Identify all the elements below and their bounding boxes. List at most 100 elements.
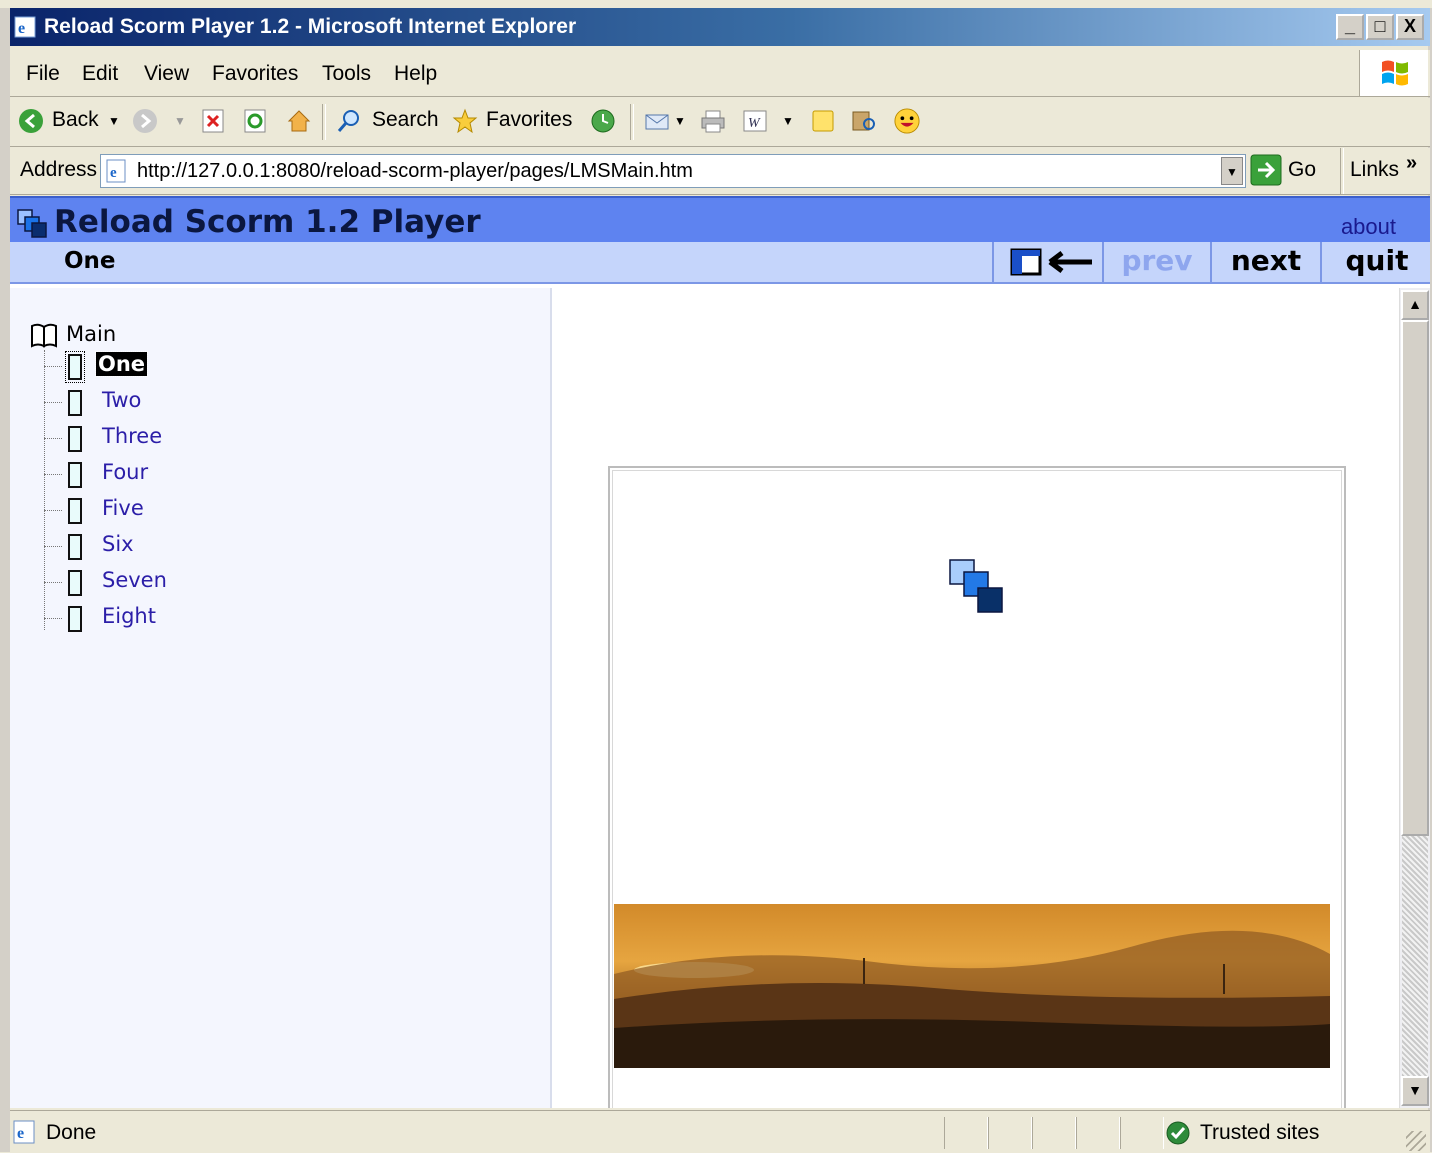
svg-text:e: e — [17, 1125, 24, 1142]
links-button[interactable]: Links — [1350, 158, 1399, 182]
address-url: http://127.0.0.1:8080/reload-scorm-playe… — [137, 160, 693, 182]
tree-item-label: Three — [102, 424, 163, 448]
stop-icon[interactable] — [200, 108, 226, 134]
mail-icon[interactable] — [644, 108, 670, 134]
minimize-button[interactable]: _ — [1336, 14, 1364, 40]
address-input[interactable]: e http://127.0.0.1:8080/reload-scorm-pla… — [100, 154, 1246, 188]
sco-page-icon — [68, 390, 82, 416]
window-title: Reload Scorm Player 1.2 - Microsoft Inte… — [44, 15, 577, 38]
windows-logo — [1359, 50, 1428, 96]
tree-item-eight[interactable]: Eight — [44, 602, 344, 636]
status-panel — [1032, 1117, 1076, 1149]
scroll-down-arrow-icon[interactable]: ▼ — [1401, 1076, 1429, 1106]
tree-item-two[interactable]: Two — [44, 386, 344, 420]
address-dropdown-button[interactable]: ▼ — [1221, 157, 1243, 185]
edit-word-icon[interactable]: W — [742, 108, 768, 134]
menu-tools[interactable]: Tools — [322, 62, 371, 86]
go-button[interactable]: Go — [1288, 158, 1316, 182]
menu-file[interactable]: File — [26, 62, 60, 86]
page-content: Reload Scorm 1.2 Player about One prev n… — [10, 196, 1430, 1108]
tree-item-label: One — [94, 351, 149, 377]
search-icon[interactable] — [336, 108, 362, 134]
edit-dropdown-icon[interactable]: ▼ — [782, 114, 794, 144]
tree-item-one[interactable]: One — [44, 350, 344, 384]
tree-item-label: Two — [102, 388, 142, 412]
tree-item-label: Five — [102, 496, 144, 520]
discuss-note-icon[interactable] — [810, 108, 836, 134]
back-button[interactable]: Back — [52, 108, 99, 138]
messenger-smiley-icon[interactable] — [894, 108, 920, 134]
svg-text:e: e — [18, 20, 25, 37]
toolbar-separator — [322, 104, 326, 140]
standard-toolbar: Back ▼ ▼ Search Favorites ▼ W ▼ — [10, 98, 1430, 147]
status-panel — [988, 1117, 1032, 1149]
about-link[interactable]: about — [1341, 214, 1396, 240]
sco-page-icon — [68, 570, 82, 596]
forward-arrow-icon[interactable] — [132, 108, 158, 134]
sco-page-icon — [68, 462, 82, 488]
menu-bar: File Edit View Favorites Tools Help — [10, 50, 1430, 97]
history-icon[interactable] — [590, 108, 616, 134]
resize-grip[interactable] — [1406, 1131, 1426, 1151]
back-arrow-icon[interactable] — [18, 108, 44, 134]
menu-favorites[interactable]: Favorites — [212, 62, 298, 86]
open-book-icon[interactable] — [30, 322, 58, 348]
ie-page-icon: e — [106, 159, 126, 183]
tree-item-five[interactable]: Five — [44, 494, 344, 528]
maximize-button[interactable]: □ — [1366, 14, 1394, 40]
home-icon[interactable] — [286, 108, 312, 134]
print-icon[interactable] — [700, 108, 726, 134]
player-title: Reload Scorm 1.2 Player — [54, 204, 481, 240]
svg-text:e: e — [110, 165, 117, 181]
scroll-up-arrow-icon[interactable]: ▲ — [1401, 290, 1429, 320]
toolbar-separator-2 — [630, 104, 634, 140]
tree-item-seven[interactable]: Seven — [44, 566, 344, 600]
tree-item-six[interactable]: Six — [44, 530, 344, 564]
status-panel — [944, 1117, 988, 1149]
status-panel — [1120, 1117, 1164, 1149]
player-header: Reload Scorm 1.2 Player about — [10, 196, 1430, 244]
links-chevron-icon[interactable]: » — [1406, 152, 1417, 175]
go-arrow-icon[interactable] — [1250, 154, 1282, 186]
links-separator — [1340, 148, 1344, 194]
menu-edit[interactable]: Edit — [82, 62, 118, 86]
status-text: Done — [46, 1121, 97, 1144]
mail-dropdown-icon[interactable]: ▼ — [674, 114, 686, 144]
tree-item-label: Seven — [102, 568, 167, 592]
sco-page-icon — [65, 351, 85, 383]
ie-status-icon: e — [13, 1120, 35, 1144]
menu-view[interactable]: View — [144, 62, 189, 86]
address-label: Address — [20, 158, 98, 181]
content-vertical-scrollbar[interactable]: ▲ ▼ — [1399, 288, 1430, 1108]
research-icon[interactable] — [850, 108, 876, 134]
ie-app-icon: e — [14, 16, 36, 38]
status-panel — [1076, 1117, 1120, 1149]
address-bar: Address e http://127.0.0.1:8080/reload-s… — [10, 148, 1430, 195]
reload-content-logo-icon — [949, 559, 1003, 613]
sunset-landscape-image — [614, 904, 1330, 1068]
search-button[interactable]: Search — [372, 108, 439, 138]
favorites-button[interactable]: Favorites — [486, 108, 572, 138]
sco-page-icon — [68, 498, 82, 524]
next-button[interactable]: next — [1210, 242, 1320, 282]
close-button[interactable]: X — [1396, 14, 1424, 40]
back-dropdown-icon[interactable]: ▼ — [108, 114, 120, 144]
sco-page-icon — [68, 606, 82, 632]
toggle-tree-button[interactable] — [992, 242, 1102, 282]
forward-dropdown-icon[interactable]: ▼ — [174, 114, 186, 144]
tree-root-main[interactable]: Main — [66, 322, 116, 346]
window-titlebar[interactable]: e Reload Scorm Player 1.2 - Microsoft In… — [10, 8, 1430, 46]
toggle-tree-icon — [1010, 248, 1092, 276]
windows-flag-icon — [1382, 60, 1408, 86]
tree-item-four[interactable]: Four — [44, 458, 344, 492]
status-bar: e Done Trusted sites — [10, 1110, 1430, 1153]
refresh-icon[interactable] — [242, 108, 268, 134]
scroll-track[interactable] — [1402, 836, 1428, 1076]
tree-item-three[interactable]: Three — [44, 422, 344, 456]
tree-item-label: Six — [102, 532, 134, 556]
favorites-star-icon[interactable] — [452, 108, 478, 134]
prev-button[interactable]: prev — [1102, 242, 1210, 282]
scroll-thumb[interactable] — [1401, 320, 1429, 836]
quit-button[interactable]: quit — [1320, 242, 1430, 282]
menu-help[interactable]: Help — [394, 62, 437, 86]
